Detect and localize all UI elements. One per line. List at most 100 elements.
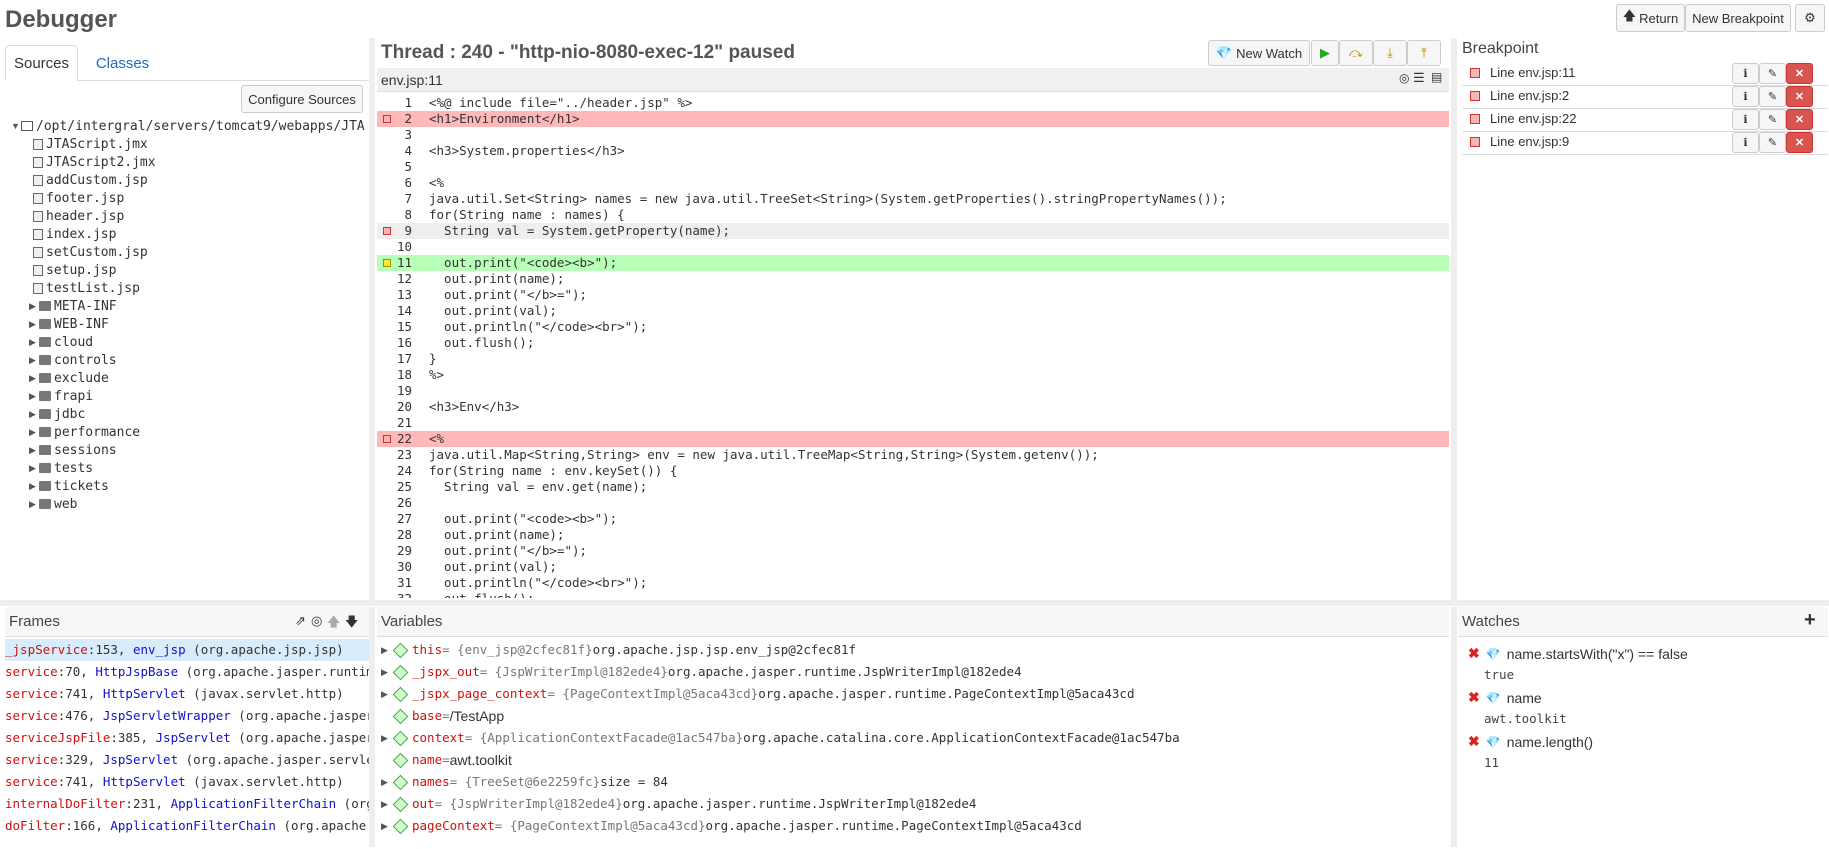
frame-row[interactable]: service:741, HttpServlet (javax.servlet.… [5,771,369,793]
tree-folder[interactable]: ▶ performance [29,423,140,441]
caret-right-icon[interactable]: ▶ [381,771,391,793]
variable-row[interactable]: ▶ this = {env_jsp@2cfec81f} org.apache.js… [377,639,1449,661]
delete-icon[interactable]: ✕ [1786,132,1813,153]
frame-row[interactable]: service:476, JspServletWrapper (org.apac… [5,705,369,727]
breakpoint-checkbox[interactable] [1470,136,1480,147]
breakpoint-checkbox[interactable] [1470,113,1480,124]
resume-icon[interactable]: ▶ [1311,40,1339,66]
delete-icon[interactable]: ✕ [1786,63,1813,84]
info-icon[interactable]: ℹ [1732,132,1759,153]
tree-file-label: setup.jsp [46,262,117,278]
watch-row[interactable]: ✖ 💎 name [1458,689,1542,706]
remove-watch-icon[interactable]: ✖ [1468,645,1480,662]
frame-method: service [5,752,58,767]
watch-row[interactable]: ✖ 💎 name.length() [1458,733,1593,750]
tree-folder[interactable]: ▶ tickets [29,477,109,495]
frame-row[interactable]: serviceJspFile:385, JspServlet (org.apac… [5,727,369,749]
tree-file[interactable]: addCustom.jsp [33,171,148,189]
tab-sources[interactable]: Sources [5,45,78,81]
caret-right-icon[interactable]: ▶ [381,683,391,705]
tree-folder[interactable]: ▶ WEB-INF [29,315,109,333]
tree-file[interactable]: index.jsp [33,225,116,243]
popout-icon[interactable]: ⇗ [295,613,306,629]
line-number: 14 [396,303,412,318]
right-splitter[interactable] [1451,38,1457,600]
tab-classes[interactable]: Classes [85,45,160,81]
tree-file[interactable]: JTAScript.jmx [33,135,148,153]
tree-folder[interactable]: ▶ cloud [29,333,93,351]
remove-watch-icon[interactable]: ✖ [1468,689,1480,706]
tree-folder-label: web [54,496,78,512]
variable-row[interactable]: ▶ out = {JspWriterImpl@182ede4} org.apach… [377,793,1449,815]
caret-right-icon[interactable]: ▶ [381,727,391,749]
watch-row[interactable]: ✖ 💎 name.startsWith("x") == false [1458,645,1688,662]
code-line: 32 out.flush(); [377,591,1449,598]
variable-row[interactable]: ▶ pageContext = {PageContextImpl@5aca43cd… [377,815,1449,837]
tree-folder[interactable]: ▶ sessions [29,441,117,459]
delete-icon[interactable]: ✕ [1786,109,1813,130]
frame-row[interactable]: doFilter:166, ApplicationFilterChain (or… [5,815,369,837]
frame-row[interactable]: service:741, HttpServlet (javax.servlet.… [5,683,369,705]
settings-button[interactable]: ⚙ [1795,4,1825,32]
caret-right-icon[interactable]: ▶ [381,661,391,683]
folder-icon [39,445,51,455]
frame-row[interactable]: service:329, JspServlet (org.apache.jasp… [5,749,369,771]
tree-file[interactable]: setup.jsp [33,261,116,279]
step-out-icon[interactable]: ⤒ [1407,40,1441,66]
tree-folder[interactable]: ▶ tests [29,459,93,477]
tree-file[interactable]: header.jsp [33,207,124,225]
frame-row[interactable]: service:70, HttpJspBase (org.apache.jasp… [5,661,369,683]
caret-right-icon[interactable]: ▶ [381,639,391,661]
return-button[interactable]: 🡅 Return [1616,4,1685,32]
down-arrow-icon[interactable]: 🡇 [345,613,358,635]
variable-row[interactable]: ▶ _jspx_out = {JspWriterImpl@182ede4} org… [377,661,1449,683]
caret-right-icon[interactable]: ▶ [381,815,391,837]
variable-row[interactable]: ▶ context = {ApplicationContextFacade@1ac… [377,727,1449,749]
tree-folder[interactable]: ▶ jdbc [29,405,85,423]
edit-icon[interactable]: ✎ [1759,109,1786,130]
info-icon[interactable]: ℹ [1732,109,1759,130]
step-into-icon[interactable]: ⤓ [1373,40,1407,66]
book-icon[interactable]: ▤ [1431,70,1442,84]
variable-row[interactable]: name = awt.toolkit [377,749,1449,771]
tree-file[interactable]: JTAScript2.jmx [33,153,156,171]
frame-row[interactable]: _jspService:153, env_jsp (org.apache.jsp… [5,639,369,661]
horizontal-splitter[interactable] [0,600,1829,606]
tree-file[interactable]: footer.jsp [33,189,124,207]
up-arrow-icon[interactable]: 🡅 [327,613,340,635]
tree-file[interactable]: testList.jsp [33,279,140,297]
frame-row[interactable]: internalDoFilter:231, ApplicationFilterC… [5,793,369,815]
tree-folder[interactable]: ▶ frapi [29,387,93,405]
variable-row[interactable]: ▶ _jspx_page_context = {PageContextImpl@5… [377,683,1449,705]
edit-icon[interactable]: ✎ [1759,86,1786,107]
list-icon[interactable]: ☰ [1413,70,1425,86]
breakpoint-row[interactable]: Line env.jsp:9 ℹ ✎ ✕ [1462,129,1828,155]
tree-folder[interactable]: ▶ META-INF [29,297,117,315]
breakpoint-checkbox[interactable] [1470,67,1480,78]
delete-icon[interactable]: ✕ [1786,86,1813,107]
remove-watch-icon[interactable]: ✖ [1468,733,1480,750]
bottom-left-splitter[interactable] [369,607,375,847]
tree-file[interactable]: setCustom.jsp [33,243,148,261]
add-watch-icon[interactable]: + [1804,609,1816,632]
left-splitter[interactable] [369,38,375,600]
info-icon[interactable]: ℹ [1732,63,1759,84]
variable-row[interactable]: base = /TestApp [377,705,1449,727]
step-over-icon[interactable]: ⤼ [1339,40,1373,66]
breakpoint-checkbox[interactable] [1470,90,1480,101]
configure-sources-button[interactable]: Configure Sources [241,85,363,113]
tree-folder[interactable]: ▶ web [29,495,77,513]
new-breakpoint-button[interactable]: New Breakpoint [1685,4,1791,32]
bottom-right-splitter[interactable] [1451,607,1457,847]
variable-row[interactable]: ▶ names = {TreeSet@6e2259fc} size = 84 [377,771,1449,793]
edit-icon[interactable]: ✎ [1759,132,1786,153]
target-icon[interactable]: ◎ [1399,71,1409,85]
caret-right-icon[interactable]: ▶ [381,793,391,815]
info-icon[interactable]: ℹ [1732,86,1759,107]
target-icon[interactable]: ◎ [311,613,322,629]
tree-folder[interactable]: ▶ controls [29,351,117,369]
tree-folder[interactable]: ▶ exclude [29,369,109,387]
new-watch-button[interactable]: 💎 New Watch [1208,40,1310,66]
edit-icon[interactable]: ✎ [1759,63,1786,84]
tree-root[interactable]: ▼ /opt/intergral/servers/tomcat9/webapps… [11,117,365,135]
